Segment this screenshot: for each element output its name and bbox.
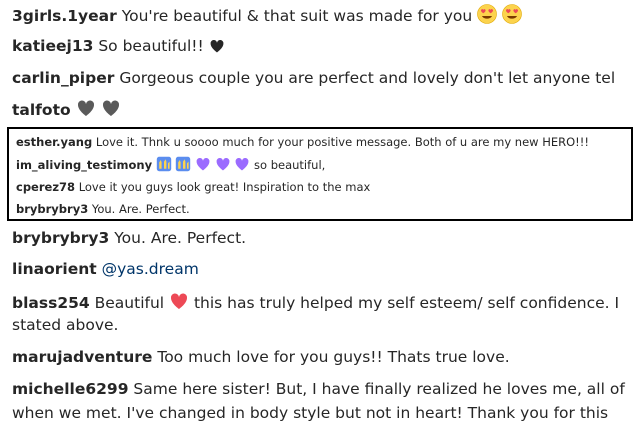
comment-username[interactable]: linaorient: [12, 260, 97, 278]
purple-heart-icon: [195, 156, 211, 176]
comment-text-line2: when we met. I've changed in body style …: [12, 404, 609, 422]
heart-eyes-emoji-icon: [477, 4, 497, 29]
comment-username[interactable]: 3girls.1year: [12, 7, 117, 25]
comment-text: You're beautiful & that suit was made fo…: [121, 7, 473, 25]
comment-text: Same here sister! But, I have finally re…: [133, 380, 625, 398]
praise-hands-icon: [175, 156, 191, 176]
box-comment-row: brybrybry3 You. Are. Perfect.: [16, 201, 190, 217]
mention-link[interactable]: @yas.dream: [102, 260, 199, 278]
comment-text: So beautiful!!: [98, 37, 204, 55]
comment-row: blass254 Beautiful this has truly helped…: [12, 291, 619, 316]
comment-username[interactable]: brybrybry3: [16, 202, 88, 216]
comment-text: You. Are. Perfect.: [91, 202, 190, 216]
comment-text-continued: this has truly helped my self esteem/ se…: [193, 294, 620, 312]
comment-row-continuation: when we met. I've changed in body style …: [12, 403, 608, 423]
praise-hands-icon: [156, 156, 172, 176]
comment-username[interactable]: katieej13: [12, 37, 93, 55]
comment-text: Beautiful: [94, 294, 165, 312]
comment-username[interactable]: cperez78: [16, 180, 75, 194]
comment-text: Too much love for you guys!! Thats true …: [157, 348, 510, 366]
comment-username[interactable]: michelle6299: [12, 380, 128, 398]
comment-row: talfoto: [12, 98, 121, 123]
comment-username[interactable]: esther.yang: [16, 135, 92, 149]
purple-heart-icon: [234, 156, 250, 176]
comment-text: Love it you guys look great! Inspiration…: [78, 180, 371, 194]
comment-text: Gorgeous couple you are perfect and love…: [119, 69, 616, 87]
comment-text: Love it. Thnk u soooo much for your posi…: [95, 135, 590, 149]
gray-heart-icon: [101, 98, 121, 123]
comment-row: linaorient @yas.dream: [12, 259, 199, 279]
comment-text: so beautiful,: [254, 158, 326, 172]
comment-username[interactable]: carlin_piper: [12, 69, 114, 87]
comment-username[interactable]: blass254: [12, 294, 90, 312]
purple-heart-icon: [215, 156, 231, 176]
red-heart-icon: [169, 291, 189, 316]
comment-row: brybrybry3 You. Are. Perfect.: [12, 228, 246, 248]
comment-text: You. Are. Perfect.: [114, 229, 247, 247]
comment-username[interactable]: brybrybry3: [12, 229, 109, 247]
comment-text-line2: stated above.: [12, 316, 119, 334]
comment-row: marujadventure Too much love for you guy…: [12, 347, 510, 367]
box-comment-row: im_aliving_testimony so beautiful,: [16, 156, 325, 176]
comment-username[interactable]: im_aliving_testimony: [16, 158, 152, 172]
comment-row-continuation: stated above.: [12, 315, 119, 335]
box-comment-row: esther.yang Love it. Thnk u soooo much f…: [16, 134, 589, 150]
gray-heart-icon: [76, 98, 96, 123]
comment-username[interactable]: talfoto: [12, 101, 71, 119]
comment-username[interactable]: marujadventure: [12, 348, 152, 366]
heart-eyes-emoji-icon: [502, 4, 522, 29]
highlighted-comments-box: esther.yang Love it. Thnk u soooo much f…: [7, 127, 633, 221]
comment-row: katieej13 So beautiful!!: [12, 36, 225, 59]
comment-row: carlin_piper Gorgeous couple you are per…: [12, 68, 615, 88]
box-comment-row: cperez78 Love it you guys look great! In…: [16, 179, 370, 195]
black-heart-icon: [209, 38, 225, 59]
comment-row: michelle6299 Same here sister! But, I ha…: [12, 379, 625, 399]
comment-row: 3girls.1year You're beautiful & that sui…: [12, 4, 522, 29]
